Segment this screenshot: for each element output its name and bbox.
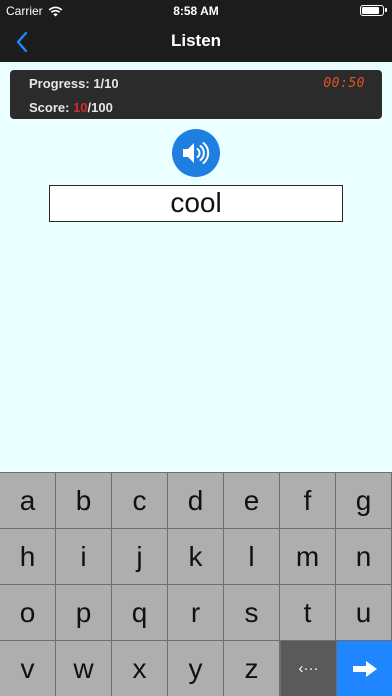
key-p[interactable]: p [56,585,111,640]
score-total: /100 [87,100,113,115]
progress-panel: Progress: 1/10 Score: 10/100 00:50 [10,70,382,119]
key-x[interactable]: x [112,641,167,696]
play-audio-button[interactable] [172,129,220,177]
key-h[interactable]: h [0,529,55,584]
progress-value: 1/10 [93,76,119,91]
key-j[interactable]: j [112,529,167,584]
battery-icon [360,5,387,16]
score-label: Score: [29,100,74,115]
key-w[interactable]: w [56,641,111,696]
speaker-icon [183,142,210,164]
key-f[interactable]: f [280,473,335,528]
key-o[interactable]: o [0,585,55,640]
clock: 8:58 AM [173,4,219,18]
score-value: 10 [73,100,88,115]
key-n[interactable]: n [336,529,391,584]
arrow-right-icon [352,660,377,677]
key-m[interactable]: m [280,529,335,584]
backspace-key[interactable]: ‹··· [281,641,336,696]
key-v[interactable]: v [0,641,55,696]
key-d[interactable]: d [168,473,223,528]
timer: 00:50 [323,76,365,91]
key-s[interactable]: s [224,585,279,640]
key-e[interactable]: e [224,473,279,528]
key-a[interactable]: a [0,473,55,528]
key-b[interactable]: b [56,473,111,528]
key-t[interactable]: t [280,585,335,640]
key-k[interactable]: k [168,529,223,584]
score-text: Score: 10/100 [29,100,113,115]
progress-text: Progress: 1/10 [29,76,119,91]
keyboard: ‹··· abcdefg hijklmn opqrstu vwxyz [0,472,392,696]
key-y[interactable]: y [168,641,223,696]
key-z[interactable]: z [224,641,279,696]
key-q[interactable]: q [112,585,167,640]
backspace-icon: ‹··· [298,660,319,677]
status-bar: Carrier 8:58 AM [0,0,392,22]
key-g[interactable]: g [336,473,391,528]
key-i[interactable]: i [56,529,111,584]
key-r[interactable]: r [168,585,223,640]
key-c[interactable]: c [112,473,167,528]
navigation-bar: Listen [0,22,392,62]
key-l[interactable]: l [224,529,279,584]
progress-label: Progress: [29,76,94,91]
page-title: Listen [170,31,222,50]
key-u[interactable]: u [336,585,391,640]
enter-key[interactable] [337,641,392,696]
answer-field[interactable]: cool [49,185,343,222]
